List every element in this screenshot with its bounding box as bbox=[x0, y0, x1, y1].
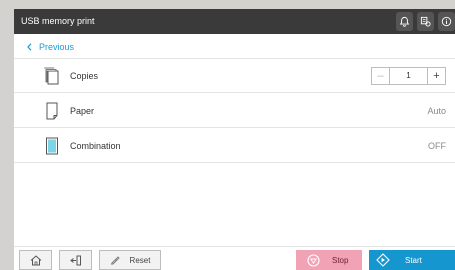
paper-row[interactable]: Paper Auto bbox=[14, 94, 455, 128]
bell-icon[interactable] bbox=[396, 12, 413, 31]
eraser-icon bbox=[110, 256, 120, 265]
info-icon[interactable] bbox=[438, 12, 455, 31]
device-status-icon[interactable] bbox=[417, 12, 434, 31]
combination-value: OFF bbox=[428, 141, 446, 151]
combination-label: Combination bbox=[70, 141, 121, 151]
previous-button[interactable]: Previous bbox=[27, 34, 74, 59]
title-bar: USB memory print bbox=[14, 9, 455, 34]
footer-bar: Reset Stop Start bbox=[14, 246, 455, 270]
start-button[interactable]: Start bbox=[369, 250, 455, 270]
decrement-button[interactable]: – bbox=[372, 68, 390, 84]
copies-row: Copies – 1 + bbox=[14, 59, 455, 93]
combination-icon bbox=[46, 137, 58, 155]
screen: USB memory print Previous Copies – 1 + P… bbox=[0, 0, 455, 270]
paper-value: Auto bbox=[427, 106, 446, 116]
copies-label: Copies bbox=[70, 71, 99, 81]
nav-bar: Previous bbox=[14, 34, 455, 59]
previous-label: Previous bbox=[39, 41, 75, 52]
logout-button[interactable] bbox=[59, 250, 92, 270]
start-icon bbox=[376, 253, 390, 267]
stop-icon bbox=[307, 253, 320, 267]
chevron-left-icon bbox=[27, 42, 32, 51]
paper-label: Paper bbox=[70, 106, 95, 116]
home-button[interactable] bbox=[19, 250, 52, 270]
combination-row[interactable]: Combination OFF bbox=[14, 129, 455, 163]
start-label: Start bbox=[405, 255, 422, 265]
reset-button[interactable]: Reset bbox=[99, 250, 161, 270]
stop-label: Stop bbox=[332, 255, 349, 265]
window-title: USB memory print bbox=[21, 16, 95, 26]
reset-label: Reset bbox=[129, 255, 151, 265]
copies-stepper: – 1 + bbox=[371, 67, 446, 85]
copies-value[interactable]: 1 bbox=[390, 68, 427, 84]
copies-icon bbox=[44, 67, 59, 85]
stop-button[interactable]: Stop bbox=[296, 250, 362, 270]
usb-print-panel: USB memory print Previous Copies – 1 + P… bbox=[14, 9, 455, 270]
home-icon bbox=[30, 254, 41, 265]
paper-icon bbox=[46, 102, 58, 120]
increment-button[interactable]: + bbox=[427, 68, 445, 84]
logout-icon bbox=[69, 255, 81, 265]
title-icon-group bbox=[396, 12, 455, 31]
